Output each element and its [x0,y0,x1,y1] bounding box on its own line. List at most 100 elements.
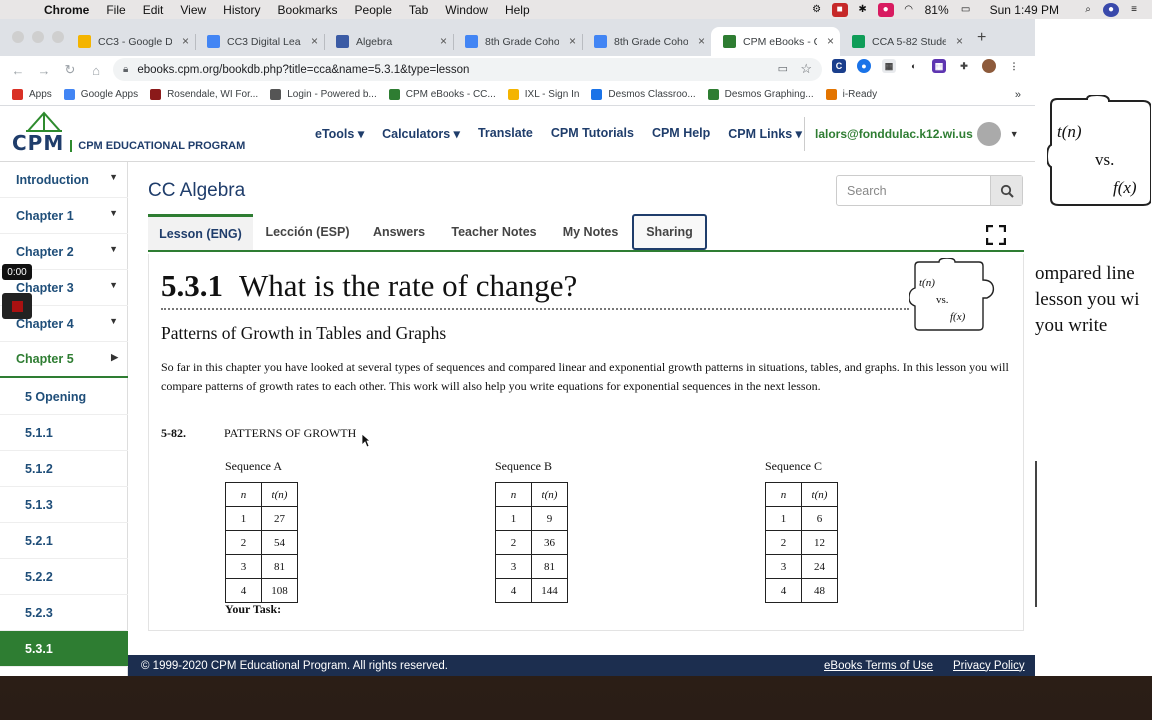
nav-cpm-links[interactable]: CPM Links ▾ [728,126,802,141]
tab-my-notes[interactable]: My Notes [553,214,628,250]
close-window-button[interactable] [12,31,24,43]
browser-tab[interactable]: 8th Grade Cohor × [453,27,583,56]
close-tab-icon[interactable]: × [827,34,834,48]
extension-arrow-icon[interactable]: ◐ [907,59,921,73]
bluetooth-icon[interactable]: ✱ [855,3,871,17]
recorder-icon[interactable]: ■ [831,2,848,17]
minimize-window-button[interactable] [32,31,44,43]
sidebar-item-5-1-3[interactable]: 5.1.3 [0,487,128,523]
app-icon[interactable]: ● [877,2,894,17]
forward-icon[interactable]: → [36,63,52,78]
footer-privacy-link[interactable]: Privacy Policy [953,660,1025,672]
spotlight-icon[interactable]: ⌕ [1080,3,1096,17]
tab-leccion-esp[interactable]: Lección (ESP) [255,214,360,250]
menu-people[interactable]: People [355,3,392,17]
extension-blue-icon[interactable]: ● [857,59,871,73]
cast-icon[interactable]: ▭ [778,62,788,75]
sidebar-item-introduction[interactable]: Introduction ▼ [0,162,128,198]
sidebar-item-5-3-1[interactable]: 5.3.1 [0,631,128,667]
footer-terms-link[interactable]: eBooks Terms of Use [824,660,933,672]
profile-avatar[interactable] [982,59,996,73]
sidebar-item-chapter-5[interactable]: Chapter 5 ▶ [0,342,128,378]
control-center-icon[interactable]: ≡ [1126,3,1142,17]
close-tab-icon[interactable]: × [440,34,447,48]
extension-grid-icon[interactable]: ▦ [882,59,896,73]
home-icon[interactable]: ⌂ [88,63,104,78]
extension-purple-icon[interactable]: ▦ [932,59,946,73]
bookmark-rosendale[interactable]: Rosendale, WI For... [150,89,258,100]
sidebar-item-5-2-2[interactable]: 5.2.2 [0,559,128,595]
reload-icon[interactable]: ↻ [62,62,78,78]
bookmark-ixl[interactable]: IXL - Sign In [507,89,579,100]
tab-teacher-notes[interactable]: Teacher Notes [443,214,545,250]
bookmark-iready[interactable]: i-Ready [825,89,877,100]
bookmark-desmos-classroom[interactable]: Desmos Classroo... [591,89,696,100]
bookmark-star-icon[interactable]: ☆ [800,61,812,77]
clock[interactable]: Sun 1:49 PM [990,3,1059,17]
bookmark-apps[interactable]: Apps [12,89,52,100]
sidebar-item-5-1-2[interactable]: 5.1.2 [0,451,128,487]
menu-file[interactable]: File [106,3,125,17]
user-menu[interactable]: lalors@fonddulac.k12.wi.us ▼ [804,117,1019,151]
desmos-icon [707,89,719,100]
nav-etools[interactable]: eTools ▾ [315,126,364,141]
close-tab-icon[interactable]: × [182,34,189,48]
browser-tab[interactable]: CC3 Digital Learn × [195,27,325,56]
battery-icon[interactable]: ▭ [956,3,976,17]
menu-history[interactable]: History [223,3,260,17]
close-tab-icon[interactable]: × [956,34,963,48]
menu-bookmarks[interactable]: Bookmarks [278,3,338,17]
puzzle-extensions-icon[interactable]: ✚ [957,59,971,73]
extension-c-icon[interactable]: C [832,59,846,73]
search-button[interactable] [990,176,1022,205]
apps-grid-icon [12,89,23,100]
new-tab-icon[interactable]: + [977,29,986,47]
close-tab-icon[interactable]: × [569,34,576,48]
wifi-icon[interactable]: ◠ [901,3,917,17]
tab-lesson-eng[interactable]: Lesson (ENG) [148,214,253,250]
lock-icon[interactable]: 🔒︎ [123,64,128,75]
nav-calculators[interactable]: Calculators ▾ [382,126,460,141]
sidebar-item-5-2-3[interactable]: 5.2.3 [0,595,128,631]
nav-translate[interactable]: Translate [478,126,533,141]
bookmark-cpm-ebooks[interactable]: CPM eBooks - CC... [388,89,496,100]
menu-window[interactable]: Window [445,3,488,17]
bookmark-google-apps[interactable]: Google Apps [63,89,138,100]
browser-tab[interactable]: Algebra × [324,27,454,56]
browser-tab-active[interactable]: CPM eBooks - Cl × [711,27,840,56]
browser-tab[interactable]: CCA 5-82 Studer × [840,27,969,56]
bookmark-desmos-graphing[interactable]: Desmos Graphing... [707,89,814,100]
tab-answers[interactable]: Answers [363,214,435,250]
zoom-window-button[interactable] [52,31,64,43]
address-bar[interactable]: 🔒︎ ebooks.cpm.org/bookdb.php?title=cca&n… [113,58,822,81]
close-tab-icon[interactable]: × [698,34,705,48]
bookmark-login[interactable]: Login - Powered b... [270,89,377,100]
menu-view[interactable]: View [180,3,206,17]
browser-tab[interactable]: CC3 - Google Dri × [66,27,196,56]
table-header: n [225,482,262,507]
browser-tab[interactable]: 8th Grade Cohor × [582,27,711,56]
sidebar-item-chapter-1[interactable]: Chapter 1 ▼ [0,198,128,234]
more-bookmarks-icon[interactable]: » [1015,89,1021,101]
sidebar-item-5-2-1[interactable]: 5.2.1 [0,523,128,559]
nav-cpm-help[interactable]: CPM Help [652,126,710,141]
cpm-logo[interactable]: CPM CPM EDUCATIONAL PROGRAM [12,111,245,155]
chevron-down-icon: ▼ [109,316,118,326]
siri-icon[interactable]: ● [1103,2,1119,17]
menu-help[interactable]: Help [505,3,530,17]
close-tab-icon[interactable]: × [311,34,318,48]
menu-edit[interactable]: Edit [143,3,164,17]
tab-sharing[interactable]: Sharing [632,214,707,250]
search-input[interactable]: Search [837,184,990,198]
menu-tab[interactable]: Tab [409,3,428,17]
sidebar-item-5-opening[interactable]: 5 Opening [0,379,128,415]
fullscreen-icon[interactable] [986,225,1006,245]
nav-cpm-tutorials[interactable]: CPM Tutorials [551,126,634,141]
back-icon[interactable]: ← [10,63,26,78]
heading-divider [161,308,909,310]
more-menu-icon[interactable]: ⋮ [1007,59,1021,73]
menu-chrome[interactable]: Chrome [44,3,89,17]
stop-recording-button[interactable] [2,293,32,319]
gear-icon[interactable]: ⚙ [809,3,825,17]
sidebar-item-5-1-1[interactable]: 5.1.1 [0,415,128,451]
